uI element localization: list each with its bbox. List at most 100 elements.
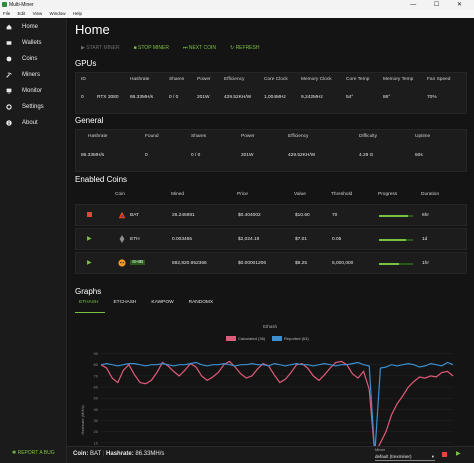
sidebar-item-settings[interactable]: Settings [6,102,44,112]
sidebar-item-monitor[interactable]: Monitor [6,86,42,96]
coin-value: $7.01 [295,237,308,242]
col-header: Duration [421,192,440,197]
tab-ethash[interactable]: ETHASH [79,300,98,305]
legend-swatch-calculated [226,336,236,341]
coin-name: BAT [130,213,139,218]
sidebar-item-about[interactable]: About [6,118,38,128]
menu-file[interactable]: File [3,11,10,16]
stop-miner-button[interactable]: ■ STOP MINER [134,45,169,51]
menu-bar: File Edit View Window Help [0,10,474,18]
miner-icon [6,72,12,78]
menu-edit[interactable]: Edit [18,11,26,16]
table-cell: 9,242MHz [301,95,323,100]
stop-icon[interactable] [87,212,92,217]
coin-threshold: 70 [332,213,338,218]
start-miner-button[interactable]: ▶ START MINER [81,45,120,51]
coin-price: $2,024.19 [238,237,260,242]
gpus-title: GPUs [75,59,97,68]
general-table: Hashrate Found Shares Power Efficiency D… [75,129,467,172]
bat-coin-icon [118,211,126,219]
coin-progress-fill [379,239,407,241]
sidebar-item-miners[interactable]: Miners [6,70,40,80]
y-axis: 9080706050403020100 [94,351,99,456]
sidebar: Home Wallets Coins Miners Monitor Settin… [0,18,67,463]
hashrate-chart: Ethash Calculated (36) Reported (63) Has… [80,324,454,457]
sidebar-item-label: Settings [22,104,44,110]
window-controls[interactable]: — ☐ ✕ [410,0,470,10]
legend-label-reported: Reported (63) [284,336,309,341]
miner-select[interactable]: default (trexminer) ▾ [375,452,435,461]
stop-icon[interactable] [442,452,447,457]
chart-grid [101,353,453,455]
y-tick-label: 80 [94,362,99,367]
coin-mined: 0.003465 [172,237,193,242]
y-tick-label: 10 [94,440,99,445]
col-header: ID [81,77,86,82]
tab-kawpow[interactable]: KAWPOW [151,300,173,305]
status-coin-value: BAT [90,451,102,457]
y-tick-label: 90 [94,351,99,356]
coin-value: $10.60 [295,213,310,218]
next-coin-label: NEXT COIN [188,45,216,51]
next-coin-button[interactable]: ⏭ NEXT COIN [183,45,216,51]
table-cell: 201W [241,153,254,158]
coin-duration: 6hr [422,213,429,218]
table-cell: 0 [81,95,84,100]
menu-view[interactable]: View [33,11,43,16]
report-bug-button[interactable]: ✱ REPORT A BUG [12,450,55,456]
table-cell: 1,004MHz [264,95,286,100]
refresh-label: REFRESH [235,45,260,51]
y-tick-label: 30 [94,418,99,423]
y-tick-label: 60 [94,385,99,390]
tab-randomx[interactable]: RANDOMX [189,300,214,305]
coin-name: ETH [130,237,140,242]
sidebar-item-home[interactable]: Home [6,22,38,32]
graphs-title: Graphs [75,287,102,296]
sidebar-item-label: Home [22,24,39,30]
coin-progress-fill [379,215,408,217]
col-header: Progress [378,192,398,197]
coin-progress-bar [379,263,413,265]
sidebar-item-wallets[interactable]: Wallets [6,38,41,48]
col-header: Price [237,192,248,197]
chart-legend: Calculated (36) Reported (63) [226,336,309,341]
play-icon[interactable]: ▶ [87,235,92,242]
coin-mined: 682,820.952366 [172,261,207,266]
col-header: Hashrate [88,134,108,139]
coin-name: SHIB [130,260,146,265]
play-icon[interactable]: ▶ [87,259,92,266]
play-icon[interactable]: ▶ [456,450,461,457]
table-cell: 70% [427,95,437,100]
sidebar-item-label: Coins [22,56,38,62]
home-icon [6,24,12,30]
coin-row-eth[interactable]: ▶ ETH 0.003465 $2,024.19 $7.01 0.05 1d [75,228,467,250]
table-cell: 50s [415,153,423,158]
refresh-button[interactable]: ↻ REFRESH [230,45,260,51]
toolbar: ▶ START MINER ■ STOP MINER ⏭ NEXT COIN ↻… [81,45,273,51]
coin-price: $0.00001206 [238,261,267,266]
sidebar-item-coins[interactable]: Coins [6,54,37,64]
status-coin: Coin: BAT | Hashrate: 86.33MH/s [73,451,164,457]
col-header: Memory Clock [301,77,332,82]
report-bug-label: REPORT A BUG [17,450,55,456]
coin-mined: 26.245981 [172,213,195,218]
coin-threshold: 0.05 [332,237,342,242]
coin-threshold: 5,000,000 [332,261,354,266]
col-header: Memory Temp [383,77,414,82]
coin-row-shib[interactable]: ▶ SHIB 682,820.952366 $0.00001206 $8.25 … [75,252,467,274]
status-hashrate-label: Hashrate: [106,451,134,457]
window-title: Multi-Miner [9,2,34,8]
col-header: Power [241,134,255,139]
title-bar: Multi-Miner — ☐ ✕ [0,0,474,10]
coin-row-bat[interactable]: BAT 26.245981 $0.404002 $10.60 70 6hr [75,204,467,226]
col-header: Found [145,134,159,139]
monitor-icon [6,88,12,94]
col-header: Hashrate [130,77,150,82]
tab-etchash[interactable]: ETCHASH [113,300,136,305]
table-cell: 201W [197,95,210,100]
col-header: Threshold [331,192,353,197]
col-header: Fan Speed [427,77,451,82]
menu-window[interactable]: Window [50,11,66,16]
menu-help[interactable]: Help [73,11,82,16]
table-cell: 0 [145,153,148,158]
